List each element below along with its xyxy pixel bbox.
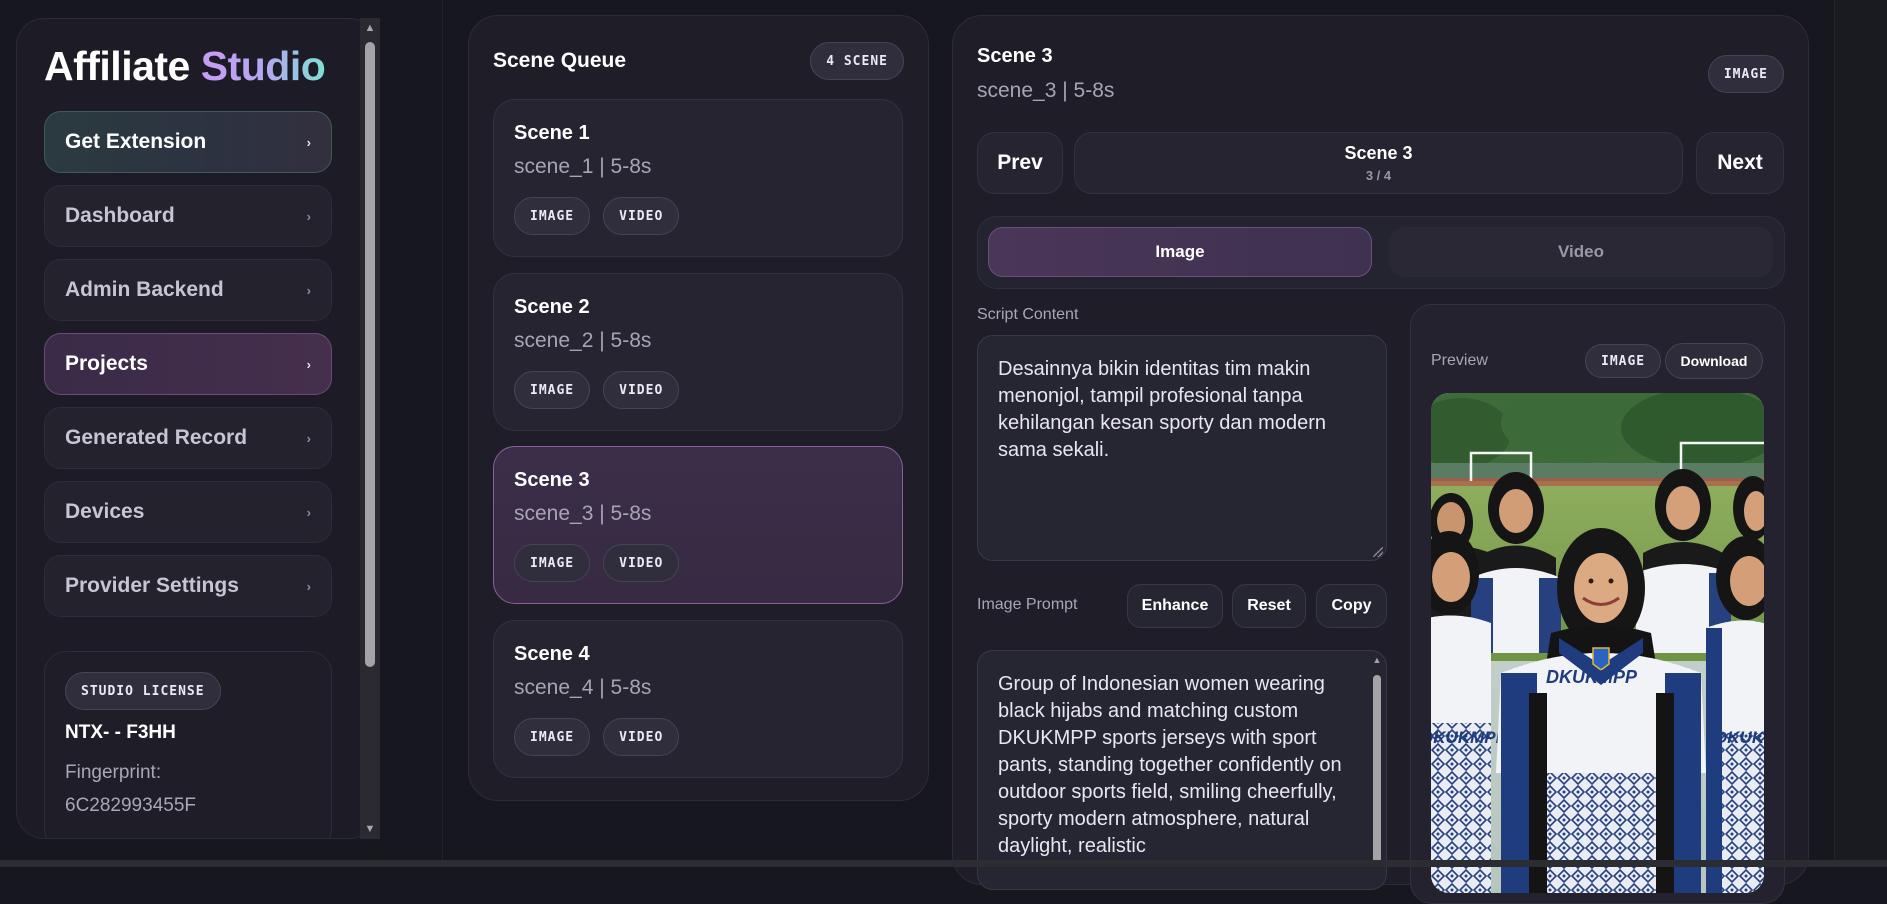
jersey-text: DKUKMPP: [1546, 667, 1638, 687]
nav-label: Provider Settings: [65, 574, 239, 597]
nav-label: Generated Record: [65, 426, 248, 449]
script-content-text: Desainnya bikin identitas tim makin meno…: [998, 358, 1326, 461]
scene-subtitle: scene_3 | 5-8s: [514, 502, 652, 525]
bottom-edge: [0, 860, 1887, 867]
scene-indicator-position: 3 / 4: [1365, 168, 1392, 183]
app-logo: Affiliate Studio: [44, 43, 326, 90]
tab-image[interactable]: Image: [988, 227, 1372, 277]
brand-accent: Studio: [200, 43, 326, 89]
image-tag: IMAGE: [514, 544, 591, 582]
license-badge: STUDIO LICENSE: [65, 672, 221, 710]
nav-provider-settings[interactable]: Provider Settings ›: [44, 555, 332, 617]
nav-label: Projects: [65, 352, 148, 375]
prompt-scrollbar[interactable]: ▲: [1371, 655, 1383, 885]
column-divider: [442, 0, 443, 867]
scene-subtitle: scene_2 | 5-8s: [514, 329, 652, 352]
image-prompt-label: Image Prompt: [977, 596, 1078, 613]
tab-video[interactable]: Video: [1389, 227, 1773, 277]
script-content-textarea[interactable]: Desainnya bikin identitas tim makin meno…: [977, 335, 1387, 561]
scene-detail-panel: Scene 3 scene_3 | 5-8s IMAGE Prev Scene …: [952, 15, 1809, 904]
image-tag: IMAGE: [514, 197, 591, 235]
download-button[interactable]: Download: [1665, 343, 1763, 379]
brand-primary: Affiliate: [44, 43, 190, 89]
scene-detail-subtitle: scene_3 | 5-8s: [977, 79, 1115, 102]
scene-detail-title: Scene 3: [977, 45, 1053, 67]
scene-subtitle: scene_4 | 5-8s: [514, 676, 652, 699]
scene-title: Scene 2: [514, 296, 590, 318]
image-prompt-textarea[interactable]: Group of Indonesian women wearing black …: [977, 650, 1387, 890]
script-content-label: Script Content: [977, 306, 1079, 323]
preview-label: Preview: [1431, 352, 1488, 369]
jersey-text: DKUKMPP: [1431, 728, 1508, 747]
scene-queue-panel: Scene Queue 4 SCENE Scene 1 scene_1 | 5-…: [468, 15, 929, 801]
scene-card-4[interactable]: Scene 4 scene_4 | 5-8s IMAGE VIDEO: [493, 620, 903, 778]
jersey-text: DKUKMPP: [1715, 728, 1764, 747]
chevron-right-icon: ›: [306, 134, 311, 150]
nav-label: Admin Backend: [65, 278, 224, 301]
next-scene-button[interactable]: Next: [1696, 132, 1784, 194]
nav-devices[interactable]: Devices ›: [44, 481, 332, 543]
image-tag: IMAGE: [514, 371, 591, 409]
scrollbar-thumb[interactable]: [365, 42, 375, 667]
chevron-right-icon: ›: [306, 208, 311, 224]
team-photo-image: DKUKMPP DKUKMPP: [1431, 393, 1764, 893]
scroll-up-arrow-icon[interactable]: ▲: [1371, 655, 1383, 665]
copy-button[interactable]: Copy: [1316, 584, 1387, 628]
reset-button[interactable]: Reset: [1232, 584, 1306, 628]
video-tag: VIDEO: [603, 718, 680, 756]
scene-subtitle: scene_1 | 5-8s: [514, 155, 652, 178]
nav-label: Get Extension: [65, 130, 207, 153]
video-tag: VIDEO: [603, 544, 680, 582]
nav-dashboard[interactable]: Dashboard ›: [44, 185, 332, 247]
scroll-up-arrow-icon[interactable]: ▲: [363, 22, 377, 34]
nav-admin-backend[interactable]: Admin Backend ›: [44, 259, 332, 321]
sidebar-scrollbar[interactable]: ▲ ▼: [360, 18, 380, 839]
preview-image: DKUKMPP DKUKMPP: [1431, 393, 1764, 893]
scroll-down-arrow-icon[interactable]: ▼: [363, 823, 377, 835]
license-key: NTX- - F3HH: [65, 722, 176, 743]
image-prompt-text: Group of Indonesian women wearing black …: [998, 673, 1342, 857]
scene-card-2[interactable]: Scene 2 scene_2 | 5-8s IMAGE VIDEO: [493, 273, 903, 431]
nav-label: Dashboard: [65, 204, 175, 227]
scene-title: Scene 4: [514, 643, 590, 665]
nav-label: Devices: [65, 500, 145, 523]
scene-queue-title: Scene Queue: [493, 49, 627, 72]
scene-card-3[interactable]: Scene 3 scene_3 | 5-8s IMAGE VIDEO: [493, 446, 903, 604]
scene-indicator-title: Scene 3: [1344, 143, 1413, 163]
scene-count-badge: 4 SCENE: [810, 42, 904, 80]
media-tabs: Image Video: [977, 216, 1785, 289]
chevron-right-icon: ›: [306, 430, 311, 446]
chevron-right-icon: ›: [306, 356, 311, 372]
right-gutter: [1834, 0, 1887, 867]
chevron-right-icon: ›: [306, 504, 311, 520]
scrollbar-thumb[interactable]: [1373, 675, 1381, 865]
fingerprint-label: Fingerprint:: [65, 762, 162, 783]
scene-title: Scene 1: [514, 122, 590, 144]
fingerprint-value: 6C282993455F: [65, 795, 196, 816]
nav-generated-record[interactable]: Generated Record ›: [44, 407, 332, 469]
chevron-right-icon: ›: [306, 282, 311, 298]
enhance-button[interactable]: Enhance: [1127, 584, 1223, 628]
scene-title: Scene 3: [514, 469, 590, 491]
preview-type-badge: IMAGE: [1585, 344, 1662, 378]
sidebar: Affiliate Studio Get Extension › Dashboa…: [16, 18, 377, 839]
nav-get-extension[interactable]: Get Extension ›: [44, 111, 332, 173]
scene-type-badge: IMAGE: [1707, 55, 1784, 93]
scene-card-1[interactable]: Scene 1 scene_1 | 5-8s IMAGE VIDEO: [493, 99, 903, 257]
prev-scene-button[interactable]: Prev: [977, 132, 1063, 194]
chevron-right-icon: ›: [306, 578, 311, 594]
video-tag: VIDEO: [603, 197, 680, 235]
license-card: STUDIO LICENSE NTX- - F3HH Fingerprint: …: [44, 651, 332, 838]
image-tag: IMAGE: [514, 718, 591, 756]
resize-grip-icon[interactable]: [1373, 547, 1383, 557]
preview-card: Preview IMAGE Download KUKMPP DKUK DKUKM…: [1410, 304, 1785, 904]
nav-projects[interactable]: Projects ›: [44, 333, 332, 395]
scene-indicator: Scene 3 3 / 4: [1074, 132, 1683, 194]
video-tag: VIDEO: [603, 371, 680, 409]
